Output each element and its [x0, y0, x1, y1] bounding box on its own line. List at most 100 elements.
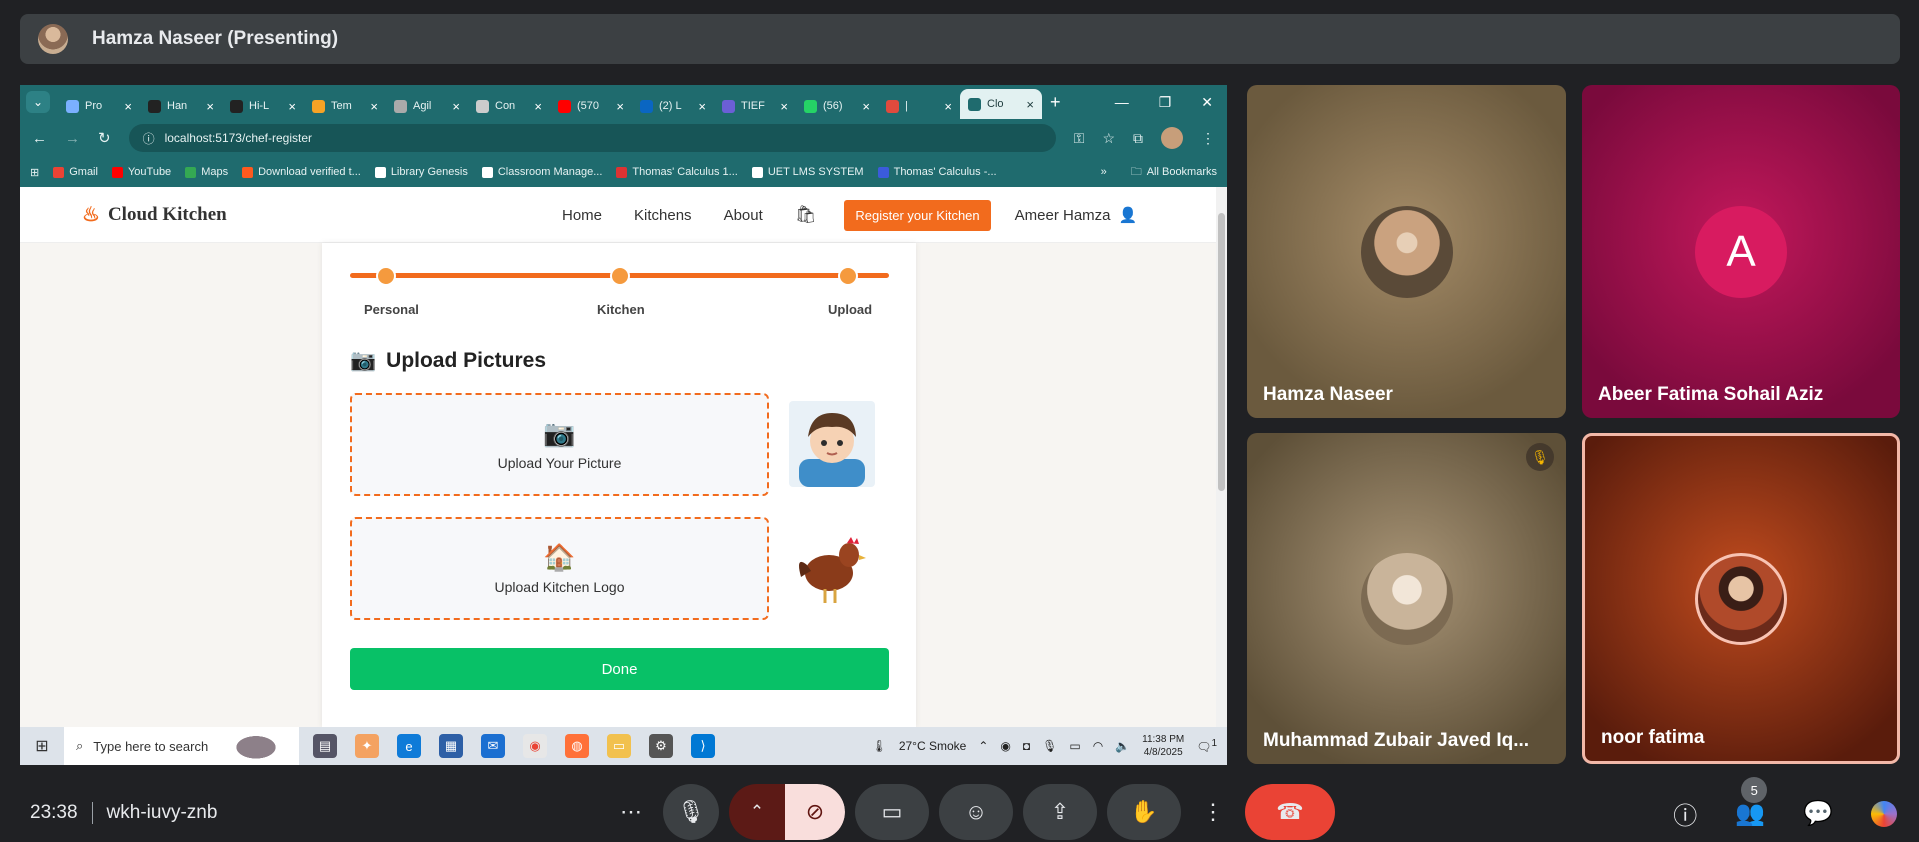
tab-close-icon[interactable]: ×	[206, 99, 214, 114]
browser-tab[interactable]: (56) ×	[796, 93, 878, 119]
page-scrollbar-thumb[interactable]	[1218, 213, 1225, 491]
bookmark-item[interactable]: Gmail	[53, 166, 98, 178]
volume-icon[interactable]: 🔈	[1115, 739, 1130, 753]
participant-tile[interactable]: 🎙 Muhammad Zubair Javed Iq...	[1247, 433, 1566, 764]
more-audio-options-icon[interactable]: ⋯	[609, 784, 653, 840]
camera-off-button[interactable]: ⊘	[785, 784, 845, 840]
file-explorer-icon[interactable]: ▭	[607, 734, 631, 758]
taskbar-search[interactable]: ⌕ Type here to search	[64, 727, 299, 765]
edge-icon[interactable]: e	[397, 734, 421, 758]
battery-icon[interactable]: ▭	[1069, 739, 1080, 753]
cart-icon[interactable]: 🛍	[795, 205, 817, 225]
tab-close-icon[interactable]: ×	[780, 99, 788, 114]
browser-tab[interactable]: Con ×	[468, 93, 550, 119]
upload-picture-dropzone[interactable]: 📷 Upload Your Picture	[350, 393, 769, 496]
more-options-icon[interactable]: ⋮	[1191, 784, 1235, 840]
tab-close-icon[interactable]: ×	[534, 99, 542, 114]
profile-avatar[interactable]	[1161, 127, 1183, 149]
captions-button[interactable]: ▭	[855, 784, 929, 840]
bookmark-item[interactable]: UET LMS SYSTEM	[751, 166, 864, 178]
restore-icon[interactable]: ❐	[1159, 94, 1172, 111]
forward-icon[interactable]: →	[65, 130, 80, 147]
tab-close-icon[interactable]: ×	[124, 99, 132, 114]
bookmark-star-icon[interactable]: ☆	[1102, 130, 1115, 147]
chrome-icon[interactable]: ◉	[523, 734, 547, 758]
tray-overflow-icon[interactable]: ⌃	[978, 739, 988, 753]
site-info-icon[interactable]: ⓘ	[143, 130, 155, 147]
reload-icon[interactable]: ↻	[98, 129, 111, 147]
browser-tab[interactable]: (570 ×	[550, 93, 632, 119]
register-kitchen-button[interactable]: Register your Kitchen	[844, 199, 991, 231]
tab-close-icon[interactable]: ×	[862, 99, 870, 114]
tab-close-icon[interactable]: ×	[698, 99, 706, 114]
settings-icon[interactable]: ⚙	[649, 734, 673, 758]
bookmark-item[interactable]: Thomas' Calculus 1...	[616, 166, 738, 178]
close-window-icon[interactable]: ✕	[1201, 94, 1213, 111]
password-key-icon[interactable]: ⚿	[1074, 130, 1085, 147]
nav-home[interactable]: Home	[562, 207, 602, 224]
upload-logo-dropzone[interactable]: 🏠 Upload Kitchen Logo	[350, 517, 769, 620]
camera-options-chevron-icon[interactable]: ⌃	[729, 784, 785, 840]
bookmark-item[interactable]: Download verified t...	[242, 166, 361, 178]
weather-icon[interactable]: 🌡	[872, 739, 887, 753]
raise-hand-button[interactable]: ✋	[1107, 784, 1181, 840]
windows-start-icon[interactable]: ⊞	[20, 736, 64, 756]
taskbar-clock[interactable]: 11:38 PM 4/8/2025	[1142, 733, 1184, 759]
bookmark-item[interactable]: Library Genesis	[374, 166, 468, 178]
tab-close-icon[interactable]: ×	[452, 99, 460, 114]
browser-tab[interactable]: Agil ×	[386, 93, 468, 119]
tab-search-icon[interactable]: ⌄	[26, 91, 50, 113]
browser-tab[interactable]: Han ×	[140, 93, 222, 119]
bookmark-item[interactable]: Classroom Manage...	[481, 166, 602, 178]
minimize-icon[interactable]: —	[1115, 94, 1129, 111]
participant-tile[interactable]: Hamza Naseer	[1247, 85, 1566, 418]
people-button[interactable]: 5 👥	[1735, 777, 1768, 828]
nav-kitchens[interactable]: Kitchens	[634, 207, 692, 224]
tab-close-icon[interactable]: ×	[1026, 97, 1034, 112]
gemini-icon[interactable]	[1871, 800, 1897, 827]
mail-icon[interactable]: ✉	[481, 734, 505, 758]
browser-tab[interactable]: TIEF ×	[714, 93, 796, 119]
all-bookmarks[interactable]: 🗀 All Bookmarks	[1131, 163, 1217, 182]
browser-tab[interactable]: (2) L ×	[632, 93, 714, 119]
mic-tray-icon[interactable]: 🎙	[1042, 739, 1057, 753]
notification-icon[interactable]: 🗨1	[1196, 738, 1217, 754]
bookmark-item[interactable]: Maps	[185, 166, 228, 178]
leave-call-button[interactable]: ☎	[1245, 784, 1335, 840]
extensions-icon[interactable]: ⧉	[1133, 130, 1143, 147]
tab-close-icon[interactable]: ×	[616, 99, 624, 114]
meeting-info-icon[interactable]: ⓘ	[1673, 796, 1697, 831]
wifi-icon[interactable]: ◠	[1093, 739, 1103, 753]
browser-tab[interactable]: Tem ×	[304, 93, 386, 119]
tab-close-icon[interactable]: ×	[944, 99, 952, 114]
site-logo[interactable]: ♨ Cloud Kitchen	[82, 202, 227, 227]
new-tab-icon[interactable]: +	[1050, 92, 1061, 113]
record-icon[interactable]: ◉	[1000, 739, 1010, 753]
microphone-button[interactable]: 🎙	[663, 784, 719, 840]
chat-icon[interactable]: 💬	[1803, 799, 1833, 828]
apps-grid-icon[interactable]: ⊞	[30, 166, 39, 179]
nav-about[interactable]: About	[724, 207, 763, 224]
firefox-icon[interactable]: ◍	[565, 734, 589, 758]
browser-menu-icon[interactable]: ⋮	[1201, 130, 1215, 147]
browser-tab[interactable]: Hi-L ×	[222, 93, 304, 119]
bookmark-item[interactable]: Thomas' Calculus -...	[877, 166, 997, 178]
copilot-icon[interactable]: ✦	[355, 734, 379, 758]
vscode-icon[interactable]: ⟩	[691, 734, 715, 758]
bookmark-item[interactable]: YouTube	[111, 166, 171, 178]
participant-tile-speaking[interactable]: noor fatima	[1582, 433, 1900, 764]
weather-text[interactable]: 27°C Smoke	[899, 739, 967, 753]
store-icon[interactable]: ▦	[439, 734, 463, 758]
task-view-icon[interactable]: ▤	[313, 734, 337, 758]
browser-tab[interactable]: Pro ×	[58, 93, 140, 119]
present-button[interactable]: ⇪	[1023, 784, 1097, 840]
bookmarks-overflow-icon[interactable]: »	[1101, 166, 1107, 178]
url-input[interactable]: ⓘ localhost:5173/chef-register	[128, 124, 1056, 152]
done-button[interactable]: Done	[350, 648, 889, 690]
webcam-icon[interactable]: ◘	[1023, 739, 1030, 753]
tab-close-icon[interactable]: ×	[370, 99, 378, 114]
browser-tab[interactable]: | ×	[878, 93, 960, 119]
browser-tab[interactable]: Clo ×	[960, 89, 1042, 119]
user-menu[interactable]: Ameer Hamza 👤	[1015, 206, 1138, 225]
reactions-button[interactable]: ☺	[939, 784, 1013, 840]
